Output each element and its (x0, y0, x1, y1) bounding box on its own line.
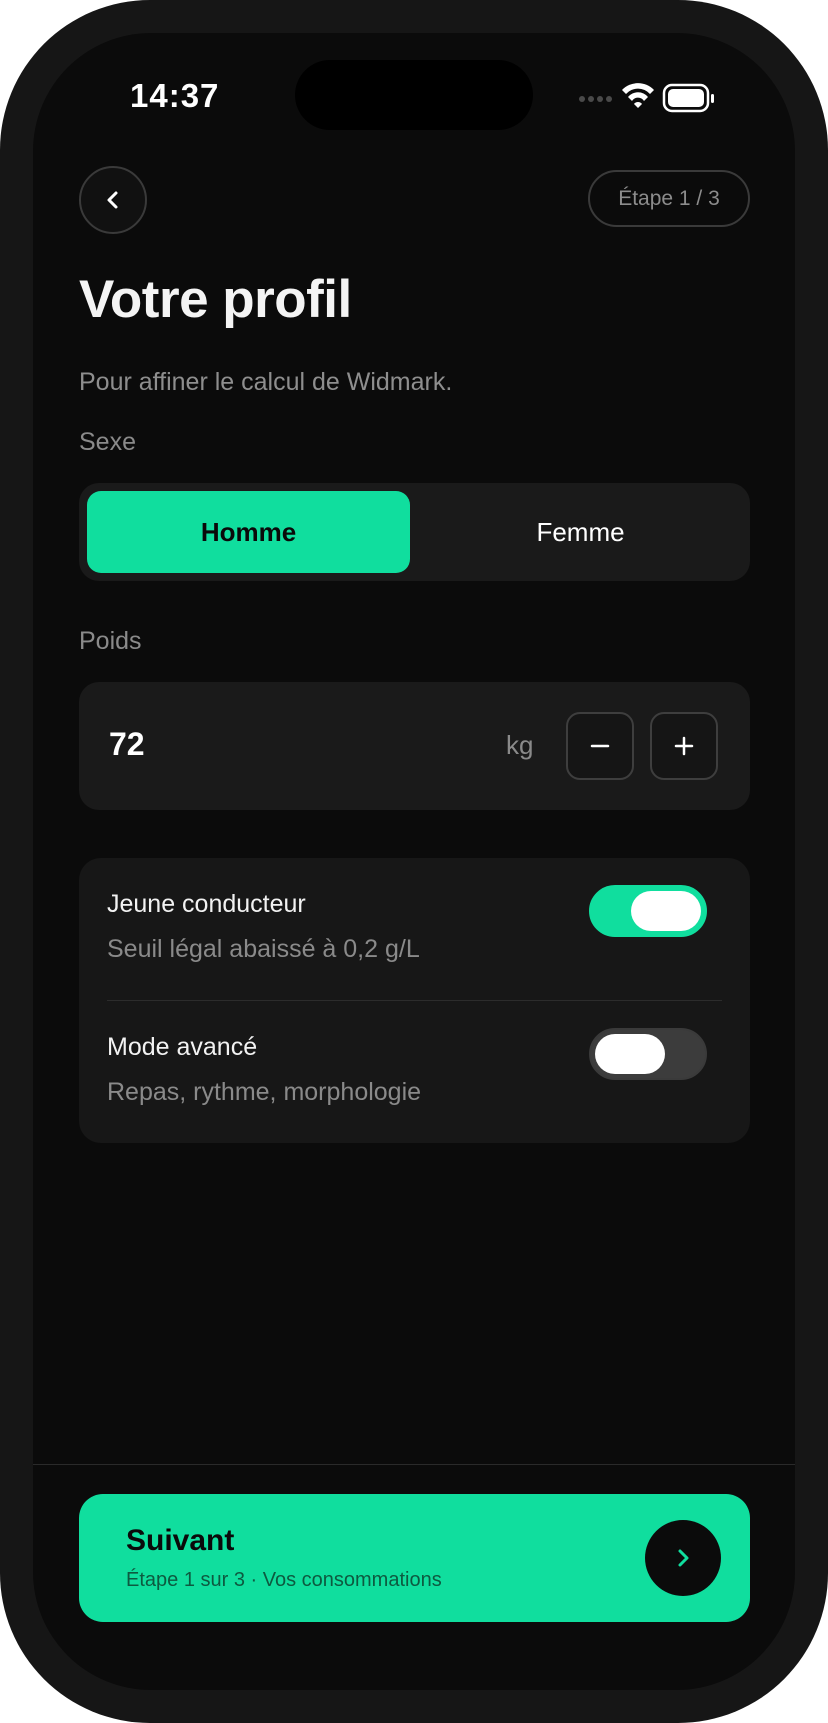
status-icons (579, 83, 714, 113)
weight-label: Poids (79, 627, 142, 655)
chevron-right-icon (678, 1549, 689, 1567)
weight-value[interactable]: 72 (109, 726, 229, 763)
screen: 14:37 Étape 1 / 3 Votre profil Pour affi… (33, 33, 795, 1690)
weight-card: 72 kg (79, 682, 750, 810)
dynamic-island (295, 60, 533, 130)
cellular-signal-icon (579, 96, 612, 102)
plus-icon (674, 736, 694, 756)
page-title: Votre profil (79, 270, 352, 329)
young-driver-subtitle: Seuil légal abaissé à 0,2 g/L (107, 935, 420, 963)
next-button[interactable]: Suivant Étape 1 sur 3 · Vos consommation… (79, 1494, 750, 1622)
page-subtitle: Pour affiner le calcul de Widmark. (79, 368, 453, 396)
toggle-knob (595, 1034, 665, 1074)
advanced-mode-title: Mode avancé (107, 1033, 258, 1061)
minus-icon (590, 744, 610, 748)
increase-weight-button[interactable] (650, 712, 718, 780)
advanced-mode-toggle[interactable] (589, 1028, 707, 1080)
wifi-icon (622, 83, 654, 108)
step-indicator: Étape 1 / 3 (588, 170, 750, 227)
footer-divider (33, 1464, 795, 1465)
options-divider (107, 1000, 722, 1001)
young-driver-toggle[interactable] (589, 885, 707, 937)
sex-option-homme[interactable]: Homme (87, 491, 410, 573)
chevron-left-icon (107, 191, 118, 209)
next-arrow (645, 1520, 721, 1596)
sex-segmented-control: Homme Femme (79, 483, 750, 581)
toggle-knob (631, 891, 701, 931)
sex-option-femme[interactable]: Femme (419, 491, 742, 573)
back-button[interactable] (79, 166, 147, 234)
next-button-label: Suivant (126, 1524, 235, 1557)
battery-icon (662, 83, 714, 113)
advanced-mode-subtitle: Repas, rythme, morphologie (107, 1078, 422, 1106)
weight-unit: kg (506, 730, 534, 760)
decrease-weight-button[interactable] (566, 712, 634, 780)
sex-label: Sexe (79, 428, 136, 456)
options-card: Jeune conducteur Seuil légal abaissé à 0… (79, 858, 750, 1143)
device-frame: 14:37 Étape 1 / 3 Votre profil Pour affi… (0, 0, 828, 1723)
next-button-sublabel: Étape 1 sur 3 · Vos consommations (126, 1569, 442, 1591)
status-time: 14:37 (130, 77, 220, 114)
young-driver-title: Jeune conducteur (107, 890, 306, 918)
